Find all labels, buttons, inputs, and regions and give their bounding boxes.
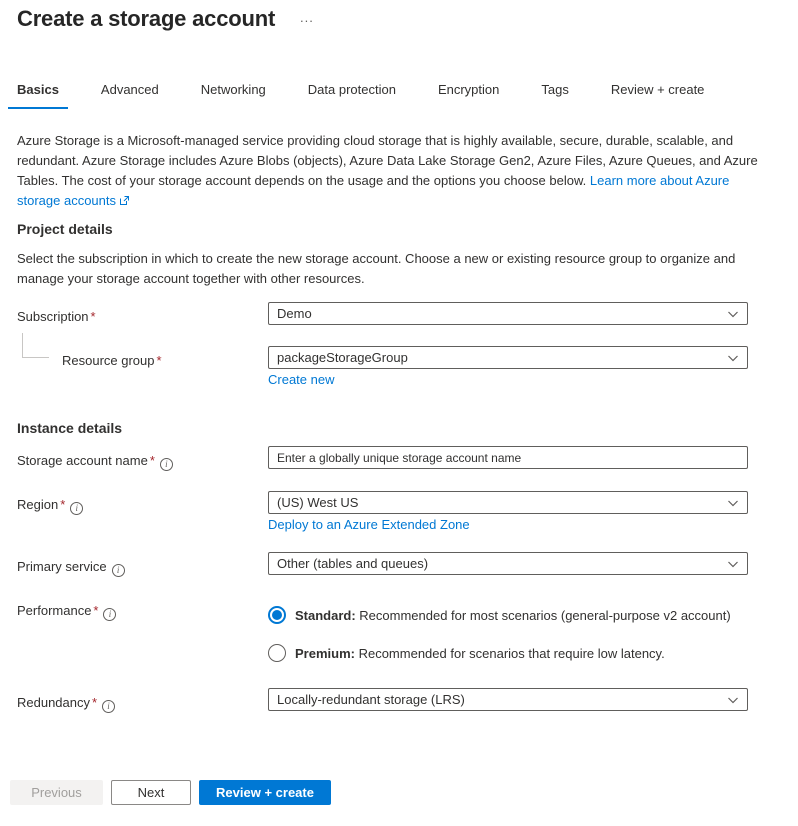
chevron-down-icon xyxy=(727,694,739,706)
tab-bar: Basics Advanced Networking Data protecti… xyxy=(8,80,713,109)
resource-group-label: Resource group* xyxy=(62,353,162,368)
project-details-description: Select the subscription in which to crea… xyxy=(17,249,762,289)
info-icon[interactable]: i xyxy=(103,608,116,621)
intro-paragraph: Azure Storage is a Microsoft-managed ser… xyxy=(17,131,774,212)
info-icon[interactable]: i xyxy=(160,458,173,471)
subscription-label: Subscription* xyxy=(17,309,96,324)
review-create-button[interactable]: Review + create xyxy=(199,780,331,805)
primary-service-dropdown[interactable]: Other (tables and queues) xyxy=(268,552,748,575)
redundancy-value: Locally-redundant storage (LRS) xyxy=(277,692,721,707)
subscription-label-text: Subscription xyxy=(17,309,89,324)
primary-service-label: Primary service i xyxy=(17,559,125,577)
chevron-down-icon xyxy=(727,497,739,509)
radio-premium-desc: Recommended for scenarios that require l… xyxy=(355,646,665,661)
storage-account-name-label: Storage account name* i xyxy=(17,453,173,471)
radio-unselected-icon[interactable] xyxy=(268,644,286,662)
primary-service-label-text: Primary service xyxy=(17,559,107,574)
subscription-value: Demo xyxy=(277,306,721,321)
tab-encryption[interactable]: Encryption xyxy=(429,80,508,109)
redundancy-label: Redundancy* i xyxy=(17,695,115,713)
resource-group-dropdown[interactable]: packageStorageGroup xyxy=(268,346,748,369)
create-new-link[interactable]: Create new xyxy=(268,372,334,387)
previous-button[interactable]: Previous xyxy=(10,780,103,805)
page-title: Create a storage account xyxy=(17,6,275,32)
footer-button-bar: Previous Next Review + create xyxy=(10,780,331,805)
more-options-icon[interactable]: ... xyxy=(300,10,314,25)
radio-standard-desc: Recommended for most scenarios (general-… xyxy=(356,608,731,623)
performance-label-text: Performance xyxy=(17,603,91,618)
chevron-down-icon xyxy=(727,558,739,570)
subscription-dropdown[interactable]: Demo xyxy=(268,302,748,325)
chevron-down-icon xyxy=(727,308,739,320)
required-asterisk: * xyxy=(92,695,97,710)
region-value: (US) West US xyxy=(277,495,721,510)
chevron-down-icon xyxy=(727,352,739,364)
project-details-heading: Project details xyxy=(17,221,113,237)
radio-standard-name: Standard: xyxy=(295,608,356,623)
performance-label: Performance* i xyxy=(17,603,116,621)
redundancy-label-text: Redundancy xyxy=(17,695,90,710)
resource-group-label-text: Resource group xyxy=(62,353,155,368)
tab-basics[interactable]: Basics xyxy=(8,80,68,109)
instance-details-heading: Instance details xyxy=(17,420,122,436)
info-icon[interactable]: i xyxy=(112,564,125,577)
storage-account-name-input[interactable] xyxy=(268,446,748,469)
tab-tags[interactable]: Tags xyxy=(532,80,577,109)
required-asterisk: * xyxy=(157,353,162,368)
performance-option-premium[interactable]: Premium: Recommended for scenarios that … xyxy=(268,644,665,662)
tab-data-protection[interactable]: Data protection xyxy=(299,80,405,109)
tab-networking[interactable]: Networking xyxy=(192,80,275,109)
required-asterisk: * xyxy=(91,309,96,324)
performance-option-standard[interactable]: Standard: Recommended for most scenarios… xyxy=(268,606,731,624)
required-asterisk: * xyxy=(150,453,155,468)
next-button[interactable]: Next xyxy=(111,780,191,805)
info-icon[interactable]: i xyxy=(70,502,83,515)
required-asterisk: * xyxy=(93,603,98,618)
redundancy-dropdown[interactable]: Locally-redundant storage (LRS) xyxy=(268,688,748,711)
region-label-text: Region xyxy=(17,497,58,512)
azure-extended-zone-link[interactable]: Deploy to an Azure Extended Zone xyxy=(268,517,470,532)
resource-group-value: packageStorageGroup xyxy=(277,350,721,365)
region-dropdown[interactable]: (US) West US xyxy=(268,491,748,514)
resource-group-connector-line xyxy=(22,333,49,358)
primary-service-value: Other (tables and queues) xyxy=(277,556,721,571)
region-label: Region* i xyxy=(17,497,83,515)
storage-account-name-label-text: Storage account name xyxy=(17,453,148,468)
info-icon[interactable]: i xyxy=(102,700,115,713)
required-asterisk: * xyxy=(60,497,65,512)
radio-premium-name: Premium: xyxy=(295,646,355,661)
tab-advanced[interactable]: Advanced xyxy=(92,80,168,109)
tab-review-create[interactable]: Review + create xyxy=(602,80,714,109)
external-link-icon xyxy=(119,192,130,212)
radio-selected-icon[interactable] xyxy=(268,606,286,624)
